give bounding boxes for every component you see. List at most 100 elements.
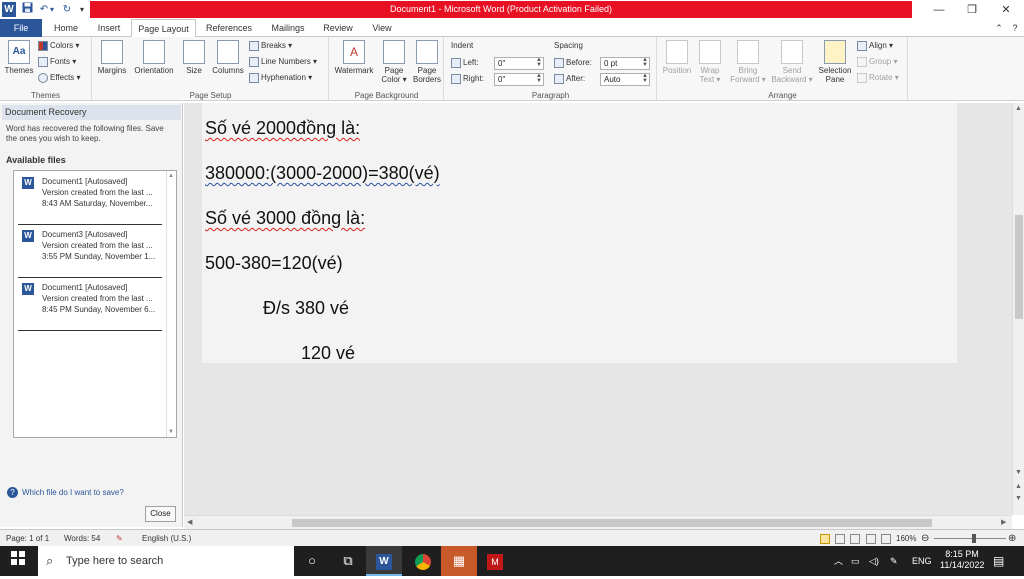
help-icon[interactable]: ? xyxy=(1008,19,1022,37)
mcafee-icon[interactable]: M xyxy=(477,546,513,576)
next-page-icon[interactable]: ▼ xyxy=(1015,495,1022,502)
customize-quick-access-icon[interactable]: ▾ xyxy=(77,2,87,17)
save-icon[interactable] xyxy=(20,2,34,17)
themes-button[interactable]: Aa Themes xyxy=(3,40,35,75)
indent-right-spinner-icon[interactable]: ▲ ▼ xyxy=(536,73,542,84)
zoom-slider[interactable] xyxy=(934,538,1006,539)
page-count[interactable]: Page: 1 of 1 xyxy=(6,530,49,547)
zoom-slider-thumb[interactable] xyxy=(972,534,976,543)
breaks-button[interactable]: Breaks ▾ xyxy=(249,39,292,53)
selection-pane-button[interactable]: Selection Pane xyxy=(816,40,854,84)
horizontal-scrollbar[interactable]: ◀ ▶ xyxy=(184,515,1012,529)
document-page[interactable]: Số vé 2000đồng là: 380000:(3000-2000)=38… xyxy=(202,103,957,363)
align-button[interactable]: Align ▾ xyxy=(857,39,893,53)
language-status[interactable]: English (U.S.) xyxy=(142,530,191,547)
which-file-help-link[interactable]: ? Which file do I want to save? xyxy=(7,487,124,498)
indent-left-spinner-icon[interactable]: ▲ ▼ xyxy=(536,57,542,68)
effects-button[interactable]: Effects ▾ xyxy=(38,71,81,85)
windows-start-icon[interactable] xyxy=(0,546,36,576)
tab-insert[interactable]: Insert xyxy=(90,19,128,37)
word-count[interactable]: Words: 54 xyxy=(64,530,100,547)
zoom-level[interactable]: 160% xyxy=(896,530,916,547)
bring-forward-button[interactable]: Bring Forward ▾ xyxy=(728,40,768,84)
scroll-left-arrow-icon[interactable]: ◀ xyxy=(187,518,192,526)
previous-page-icon[interactable]: ▲ xyxy=(1015,483,1022,490)
scroll-down-arrow-icon[interactable]: ▼ xyxy=(1015,469,1022,476)
document-area[interactable]: Số vé 2000đồng là: 380000:(3000-2000)=38… xyxy=(184,103,1012,515)
wrap-text-button[interactable]: Wrap Text ▾ xyxy=(696,40,724,84)
input-language[interactable]: ENG xyxy=(912,546,932,576)
fonts-button[interactable]: Fonts ▾ xyxy=(38,55,76,69)
app-taskbar-icon[interactable]: ▦ xyxy=(441,546,477,576)
position-button[interactable]: Position xyxy=(660,40,694,75)
tab-view[interactable]: View xyxy=(364,19,400,37)
restore-button[interactable]: ❒ xyxy=(955,0,989,20)
recovery-list-scrollbar[interactable]: ▲ ▼ xyxy=(166,171,176,437)
indent-right-input[interactable]: 0" ▲ ▼ xyxy=(494,73,544,86)
spacing-before-input[interactable]: 0 pt ▲ ▼ xyxy=(600,57,650,70)
scroll-up-arrow-icon[interactable]: ▲ xyxy=(1015,105,1022,112)
scroll-down-icon[interactable]: ▼ xyxy=(168,429,174,435)
rotate-icon xyxy=(857,72,867,83)
indent-left-input[interactable]: 0" ▲ ▼ xyxy=(494,57,544,70)
outline-icon[interactable] xyxy=(865,533,876,544)
rotate-button[interactable]: Rotate ▾ xyxy=(857,71,899,85)
line-numbers-label: Line Numbers ▾ xyxy=(261,57,318,66)
pen-icon[interactable]: ✎ xyxy=(890,546,898,576)
zoom-in-icon[interactable]: ⊕ xyxy=(1008,530,1016,547)
ribbon-collapse-icon[interactable]: ⌃ xyxy=(992,19,1006,37)
speaker-icon[interactable]: ◁) xyxy=(869,546,879,576)
view-mode-icons[interactable] xyxy=(820,530,891,547)
network-icon[interactable]: ▭ xyxy=(851,546,860,576)
spacing-after-spinner-icon[interactable]: ▲ ▼ xyxy=(642,73,648,84)
word-app-icon[interactable]: W xyxy=(2,2,16,17)
tab-file[interactable]: File xyxy=(0,19,42,37)
columns-button[interactable]: Columns xyxy=(210,40,246,75)
print-layout-icon[interactable] xyxy=(820,533,830,544)
line-numbers-button[interactable]: Line Numbers ▾ xyxy=(249,55,317,69)
margins-button[interactable]: Margins xyxy=(95,40,129,75)
zoom-out-icon[interactable]: ⊖ xyxy=(921,530,929,547)
web-layout-icon[interactable] xyxy=(850,533,861,544)
scroll-up-icon[interactable]: ▲ xyxy=(168,173,174,179)
chrome-icon[interactable] xyxy=(405,546,441,576)
hyphenation-button[interactable]: Hyphenation ▾ xyxy=(249,71,312,85)
recovered-file-item[interactable]: W Document1 [Autosaved] Version created … xyxy=(18,279,162,331)
word-taskbar-icon[interactable]: W xyxy=(366,546,402,576)
redo-icon[interactable]: ↻ xyxy=(60,2,74,17)
cortana-icon[interactable]: ○ xyxy=(294,546,330,576)
tab-references[interactable]: References xyxy=(202,19,256,37)
tab-mailings[interactable]: Mailings xyxy=(264,19,312,37)
recovered-file-item[interactable]: W Document1 [Autosaved] Version created … xyxy=(18,173,162,225)
close-window-button[interactable]: ✕ xyxy=(989,0,1023,20)
page-borders-button[interactable]: Page Borders xyxy=(412,40,442,84)
full-screen-reading-icon[interactable] xyxy=(835,533,846,544)
undo-dropdown-icon[interactable]: ▾ xyxy=(48,2,56,17)
taskbar-search-input[interactable]: ⌕ Type here to search xyxy=(38,546,294,576)
close-recovery-button[interactable]: Close xyxy=(145,506,176,522)
draft-icon[interactable] xyxy=(880,533,891,544)
spacing-after-input[interactable]: Auto ▲ ▼ xyxy=(600,73,650,86)
tab-home[interactable]: Home xyxy=(48,19,84,37)
tab-page-layout[interactable]: Page Layout xyxy=(131,19,196,38)
orientation-button[interactable]: Orientation xyxy=(131,40,177,75)
vertical-scroll-thumb[interactable] xyxy=(1015,215,1023,319)
horizontal-scroll-thumb[interactable] xyxy=(292,519,932,527)
taskbar-clock[interactable]: 8:15 PM 11/14/2022 xyxy=(940,549,984,579)
notifications-icon[interactable]: ▤ xyxy=(993,546,1004,576)
page-color-button[interactable]: Page Color ▾ xyxy=(378,40,410,84)
group-button[interactable]: Group ▾ xyxy=(857,55,897,69)
colors-button[interactable]: Colors ▾ xyxy=(38,39,79,53)
watermark-button[interactable]: A Watermark xyxy=(332,40,376,75)
recovered-file-item[interactable]: W Document3 [Autosaved] Version created … xyxy=(18,226,162,278)
proofing-icon[interactable]: ✎ xyxy=(116,530,123,547)
tab-review[interactable]: Review xyxy=(318,19,358,37)
send-backward-button[interactable]: Send Backward ▾ xyxy=(770,40,814,84)
vertical-scrollbar[interactable]: ▲ ▼ ▲ ▼ xyxy=(1012,103,1024,515)
scroll-right-arrow-icon[interactable]: ▶ xyxy=(1001,518,1006,526)
size-button[interactable]: Size xyxy=(181,40,207,75)
task-view-icon[interactable]: ⧉ xyxy=(330,546,366,576)
spacing-before-spinner-icon[interactable]: ▲ ▼ xyxy=(642,57,648,68)
show-hidden-icons-icon[interactable]: ︿ xyxy=(834,546,843,576)
minimize-button[interactable]: — xyxy=(922,0,956,20)
